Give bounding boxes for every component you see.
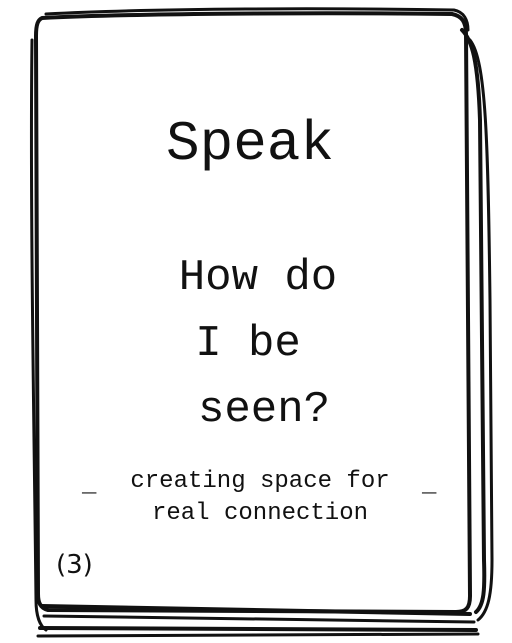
decorative-dash-right: _ — [422, 472, 437, 499]
question-line-2: I be — [195, 319, 301, 369]
subtitle-line-2: real connection — [151, 500, 369, 527]
question-line-3: seen? — [197, 385, 331, 435]
card-number: (3) — [56, 550, 93, 580]
card-title: Speak — [165, 112, 335, 176]
question-line-1: How do — [178, 253, 338, 303]
